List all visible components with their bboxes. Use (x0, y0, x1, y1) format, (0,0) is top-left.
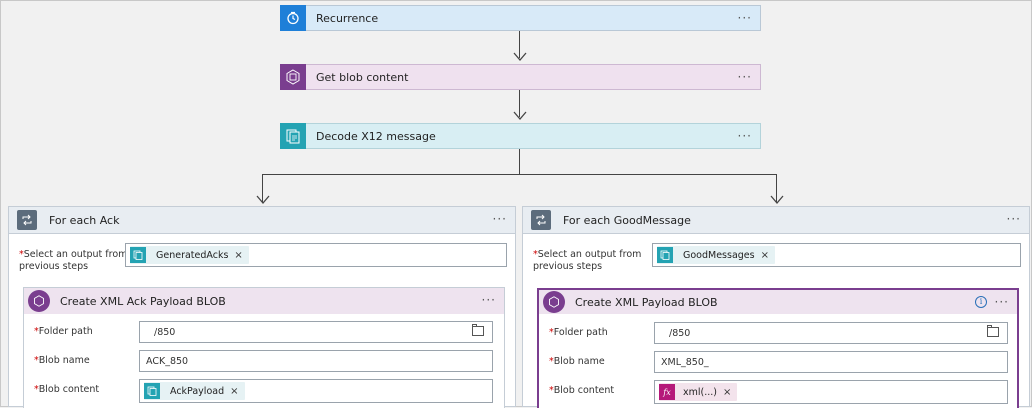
create-xml-ack-blob-action: Create XML Ack Payload BLOB ··· *Folder … (23, 287, 505, 408)
arrow-down-icon (256, 195, 270, 204)
for-each-ack-scope: For each Ack ··· *Select an output from p… (8, 206, 516, 408)
blob-content-input[interactable]: AckPayload × (139, 379, 493, 403)
function-icon: fx (659, 384, 675, 400)
arrow-down-icon (513, 52, 527, 61)
get-blob-label: Get blob content (316, 70, 409, 84)
blob-name-input[interactable]: ACK_850 (139, 350, 493, 372)
action-title: Create XML Ack Payload BLOB (60, 294, 226, 308)
select-output-input[interactable]: GoodMessages × (652, 243, 1021, 267)
generated-acks-token: GeneratedAcks × (130, 246, 249, 264)
more-options-icon[interactable]: ··· (493, 212, 507, 226)
blob-icon (543, 291, 565, 313)
remove-token-icon[interactable]: × (234, 250, 242, 261)
folder-path-input[interactable]: /850 (654, 322, 1008, 344)
more-options-icon[interactable]: ··· (995, 295, 1009, 309)
decode-x12-step[interactable]: Decode X12 message ··· (280, 123, 761, 149)
for-each-goodmessage-scope: For each GoodMessage ··· *Select an outp… (522, 206, 1030, 408)
blob-content-label: *Blob content (34, 384, 100, 395)
folder-icon[interactable] (472, 324, 484, 336)
arrow-down-icon (770, 195, 784, 204)
blob-icon (28, 290, 50, 312)
connector-line (519, 149, 520, 174)
clock-icon (280, 5, 306, 31)
document-icon (130, 247, 146, 263)
blob-name-label: *Blob name (34, 355, 90, 366)
blob-name-label: *Blob name (549, 356, 605, 367)
blob-content-input[interactable]: fx xml(...) × (654, 380, 1008, 404)
blob-content-label: *Blob content (549, 385, 615, 396)
remove-token-icon[interactable]: × (761, 250, 769, 261)
folder-path-input[interactable]: /850 (139, 321, 493, 343)
select-output-input[interactable]: GeneratedAcks × (125, 243, 507, 267)
recurrence-step[interactable]: Recurrence ··· (280, 5, 761, 31)
select-output-label: *Select an output from previous steps (533, 249, 642, 272)
connector-branch-line (262, 174, 777, 175)
action-title: Create XML Payload BLOB (575, 295, 718, 309)
blob-icon (280, 64, 306, 90)
info-icon[interactable]: i (975, 296, 987, 308)
xml-expression-token: fx xml(...) × (659, 383, 738, 401)
scope-title: For each Ack (49, 213, 120, 227)
scope-header[interactable]: For each GoodMessage ··· (523, 207, 1029, 234)
document-icon (657, 247, 673, 263)
arrow-down-icon (513, 111, 527, 120)
create-xml-payload-blob-action: Create XML Payload BLOB i ··· *Folder pa… (537, 288, 1019, 408)
scope-title: For each GoodMessage (563, 213, 691, 227)
more-options-icon[interactable]: ··· (482, 293, 496, 307)
more-options-icon[interactable]: ··· (1007, 212, 1021, 226)
blob-name-input[interactable]: XML_850_ (654, 351, 1008, 373)
select-output-label: *Select an output from previous steps (19, 249, 128, 272)
action-header[interactable]: Create XML Ack Payload BLOB ··· (24, 288, 504, 314)
get-blob-step[interactable]: Get blob content ··· (280, 64, 761, 90)
folder-path-label: *Folder path (34, 326, 93, 337)
document-icon (280, 123, 306, 149)
recurrence-label: Recurrence (316, 11, 379, 25)
loop-icon (17, 210, 37, 230)
good-messages-token: GoodMessages × (657, 246, 775, 264)
more-options-icon[interactable]: ··· (738, 70, 752, 84)
action-header[interactable]: Create XML Payload BLOB i ··· (539, 290, 1017, 314)
remove-token-icon[interactable]: × (723, 387, 731, 398)
decode-x12-label: Decode X12 message (316, 129, 436, 143)
folder-icon[interactable] (987, 325, 999, 337)
scope-header[interactable]: For each Ack ··· (9, 207, 515, 234)
document-icon (144, 383, 160, 399)
remove-token-icon[interactable]: × (230, 386, 238, 397)
folder-path-label: *Folder path (549, 327, 608, 338)
more-options-icon[interactable]: ··· (738, 11, 752, 25)
loop-icon (531, 210, 551, 230)
more-options-icon[interactable]: ··· (738, 129, 752, 143)
ack-payload-token: AckPayload × (144, 382, 245, 400)
